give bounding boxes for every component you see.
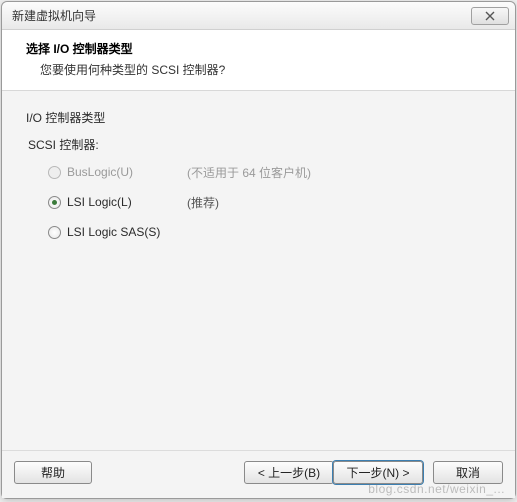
help-button[interactable]: 帮助 <box>14 461 92 484</box>
titlebar: 新建虚拟机向导 <box>2 2 515 30</box>
scsi-controller-label: SCSI 控制器: <box>26 136 491 153</box>
header-subtitle: 您要使用何种类型的 SCSI 控制器? <box>26 61 501 78</box>
wizard-footer: 帮助 < 上一步(B) 下一步(N) > 取消 <box>2 450 515 498</box>
radio-input-lsilogic-sas[interactable] <box>48 226 61 239</box>
radio-input-buslogic <box>48 166 61 179</box>
back-button[interactable]: < 上一步(B) <box>244 461 334 484</box>
radio-option-lsilogic-sas[interactable]: LSI Logic SAS(S) <box>48 223 491 241</box>
scsi-radio-group: BusLogic(U) (不适用于 64 位客户机) LSI Logic(L) … <box>26 163 491 241</box>
radio-label: BusLogic(U) <box>67 165 177 179</box>
close-icon <box>485 11 495 21</box>
header-title: 选择 I/O 控制器类型 <box>26 40 501 57</box>
radio-option-lsilogic[interactable]: LSI Logic(L) (推荐) <box>48 193 491 211</box>
radio-label: LSI Logic SAS(S) <box>67 225 177 239</box>
wizard-dialog: 新建虚拟机向导 选择 I/O 控制器类型 您要使用何种类型的 SCSI 控制器?… <box>1 1 516 499</box>
window-title: 新建虚拟机向导 <box>12 7 471 24</box>
wizard-header: 选择 I/O 控制器类型 您要使用何种类型的 SCSI 控制器? <box>2 30 515 91</box>
close-button[interactable] <box>471 7 509 25</box>
radio-hint: (推荐) <box>187 194 219 211</box>
radio-option-buslogic: BusLogic(U) (不适用于 64 位客户机) <box>48 163 491 181</box>
radio-hint: (不适用于 64 位客户机) <box>187 164 311 181</box>
section-label: I/O 控制器类型 <box>26 109 491 126</box>
wizard-content: I/O 控制器类型 SCSI 控制器: BusLogic(U) (不适用于 64… <box>2 91 515 450</box>
radio-label: LSI Logic(L) <box>67 195 177 209</box>
next-button[interactable]: 下一步(N) > <box>333 461 423 484</box>
cancel-button[interactable]: 取消 <box>433 461 503 484</box>
radio-input-lsilogic[interactable] <box>48 196 61 209</box>
